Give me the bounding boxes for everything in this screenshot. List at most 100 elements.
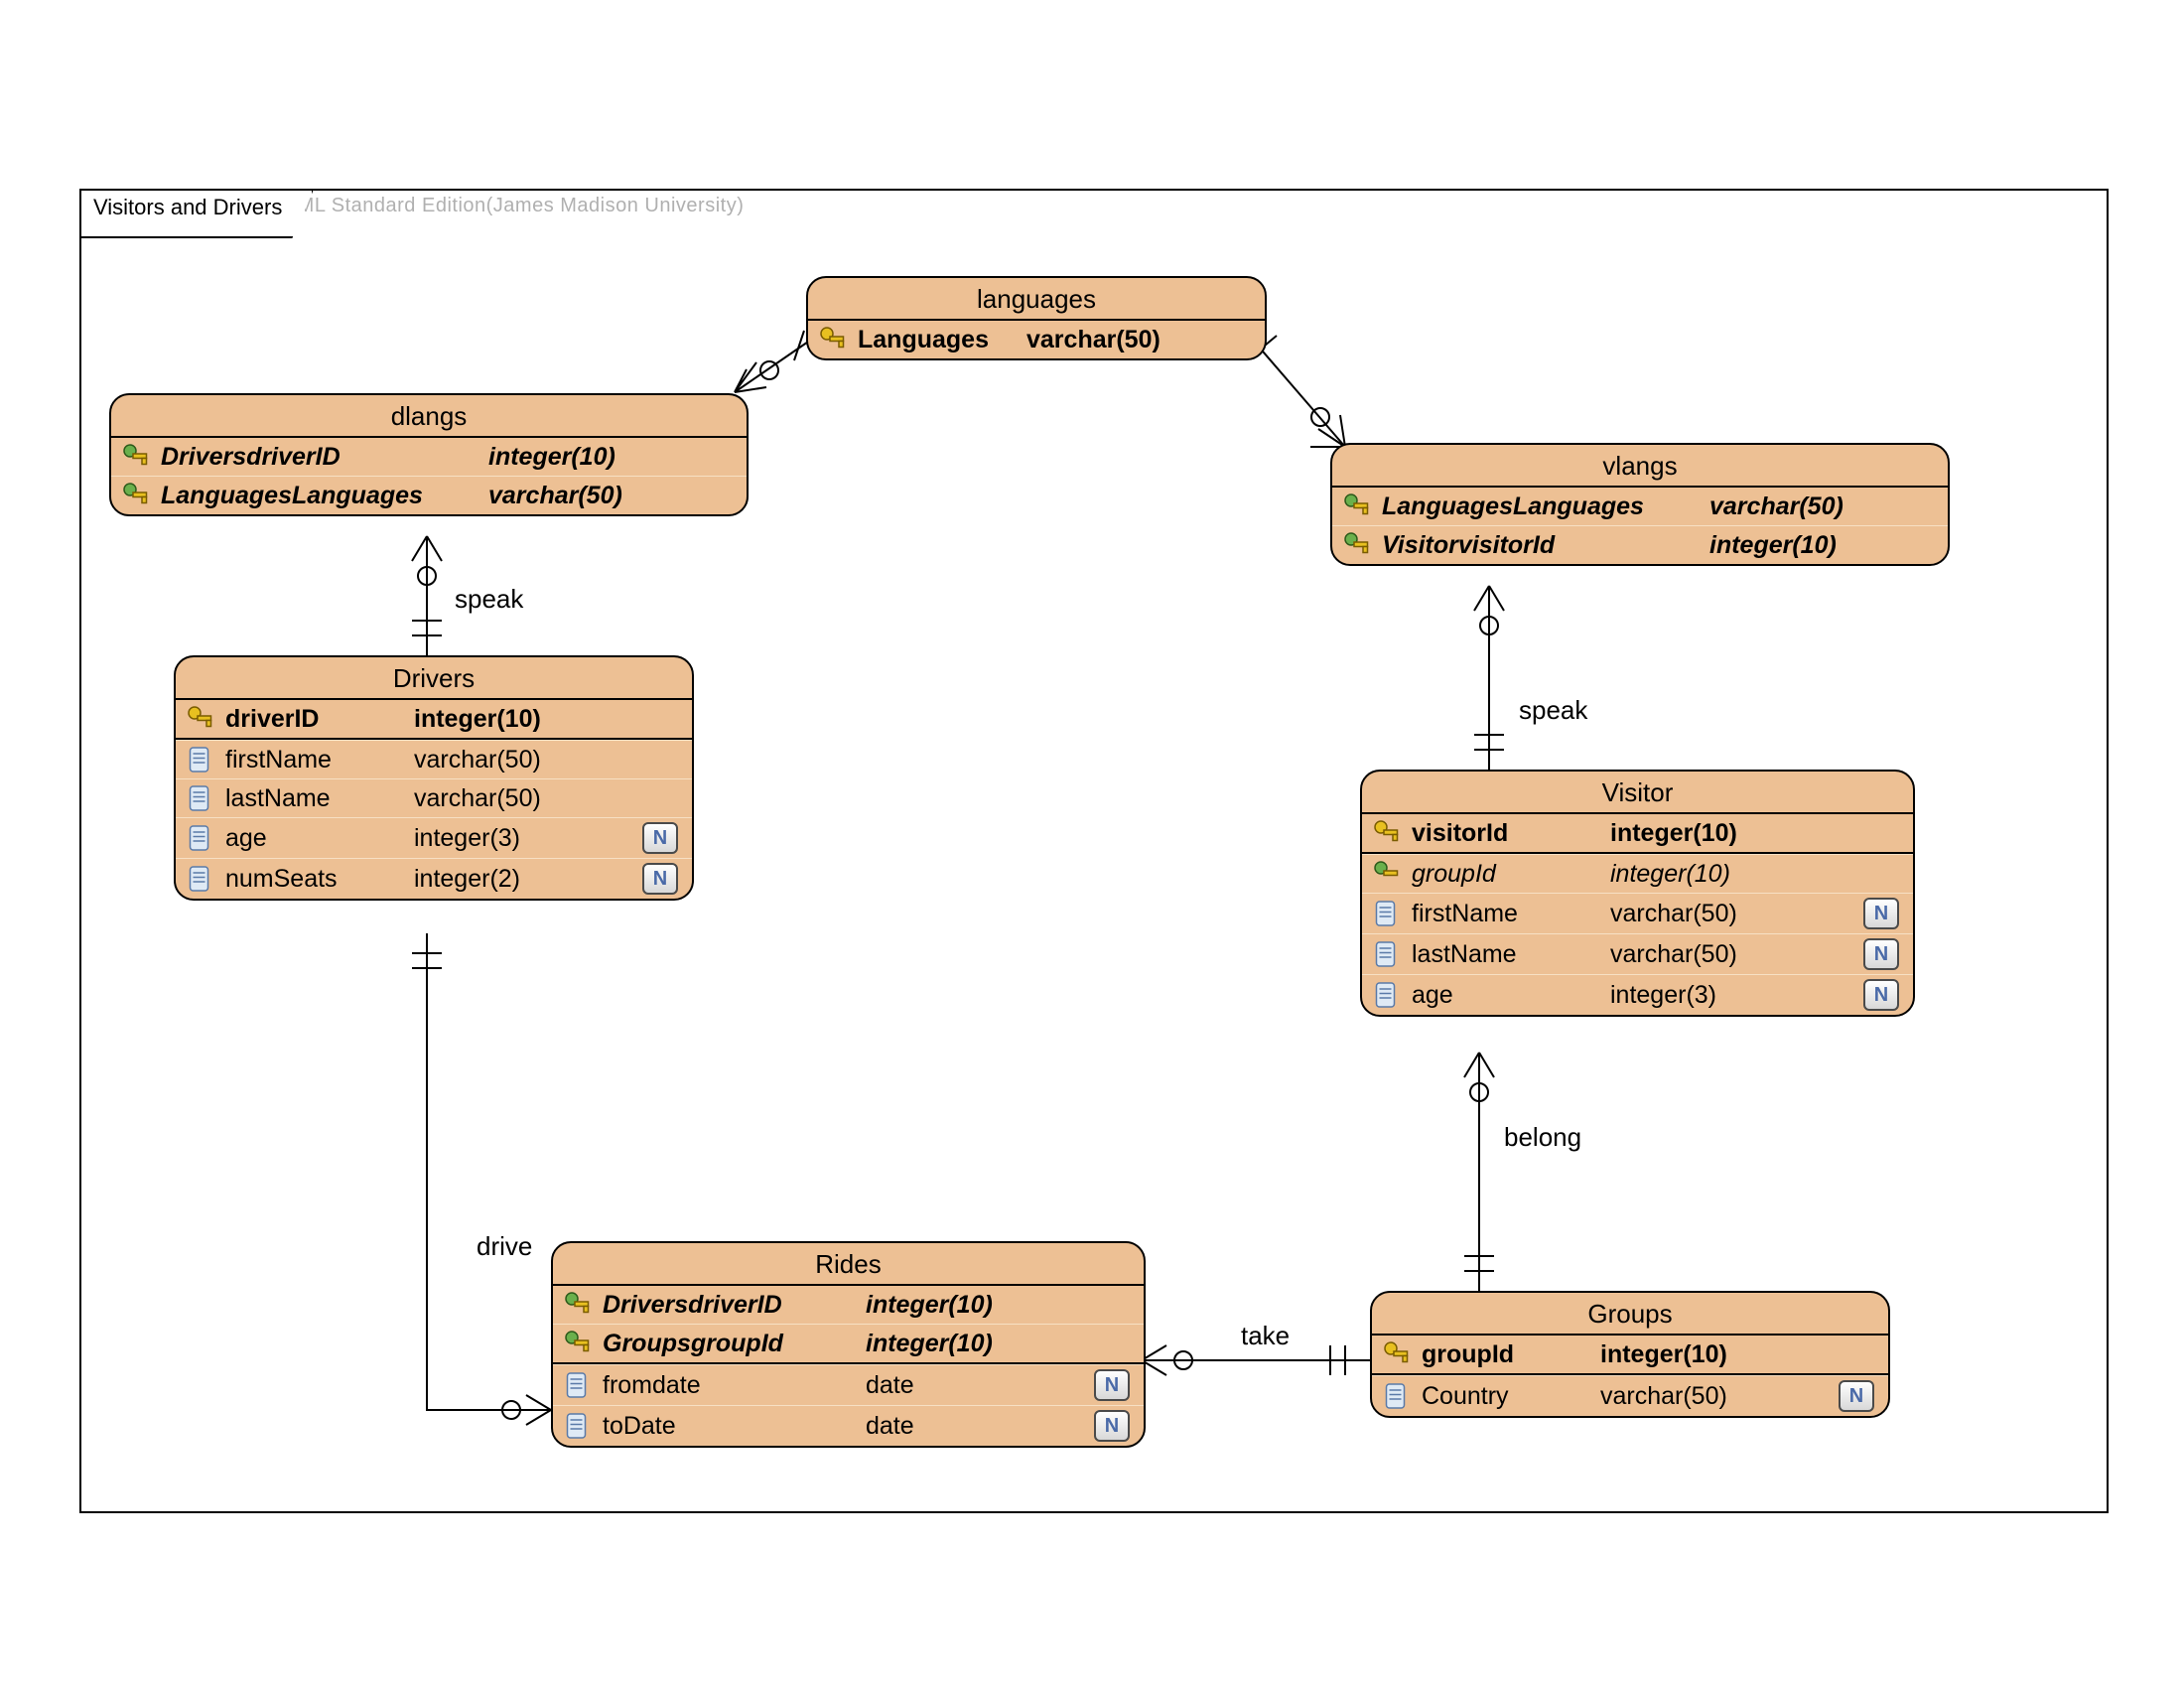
nullable-badge: N <box>1094 1410 1130 1442</box>
primary-key-icon <box>1372 818 1402 848</box>
column-name: DriversdriverID <box>161 443 488 472</box>
column-name: age <box>225 824 414 853</box>
table-row: firstName varchar(50) N <box>1362 893 1913 933</box>
table-row: VisitorvisitorId integer(10) <box>1332 525 1948 564</box>
column-type: varchar(50) <box>1709 492 1934 521</box>
nullable-badge: N <box>642 863 678 895</box>
column-icon <box>563 1370 593 1400</box>
column-icon <box>1372 899 1402 928</box>
entity-visitor[interactable]: Visitor visitorId integer(10) groupId in… <box>1360 770 1915 1017</box>
entity-rows: DriversdriverID integer(10) LanguagesLan… <box>111 438 747 514</box>
rel-label-speak-drivers: speak <box>455 584 523 615</box>
column-type: integer(10) <box>1600 1340 1874 1369</box>
column-type: integer(3) <box>1610 981 1853 1010</box>
column-type: varchar(50) <box>414 784 678 813</box>
column-type: varchar(50) <box>1610 900 1853 928</box>
erd-canvas: Visual Paradigm for UML Standard Edition… <box>0 0 2184 1688</box>
entity-groups[interactable]: Groups groupId integer(10) Country varch… <box>1370 1291 1890 1418</box>
column-icon <box>186 783 215 813</box>
entity-title: Rides <box>553 1243 1144 1286</box>
column-name: toDate <box>603 1412 866 1441</box>
column-type: integer(3) <box>414 824 632 853</box>
foreign-key-icon <box>121 481 151 510</box>
column-icon <box>1372 980 1402 1010</box>
table-row: groupId integer(10) <box>1372 1336 1888 1373</box>
column-type: integer(10) <box>866 1330 1130 1358</box>
column-type: date <box>866 1412 1084 1441</box>
table-row: DriversdriverID integer(10) <box>553 1286 1144 1324</box>
column-type: integer(10) <box>1709 531 1934 560</box>
table-row: visitorId integer(10) <box>1362 814 1913 852</box>
nullable-badge: N <box>1094 1369 1130 1401</box>
entity-rows: DriversdriverID integer(10) GroupsgroupI… <box>553 1286 1144 1446</box>
rel-label-speak-visitor: speak <box>1519 695 1587 726</box>
foreign-key-icon <box>563 1329 593 1358</box>
foreign-key-icon <box>1342 492 1372 521</box>
primary-key-icon <box>1382 1339 1412 1369</box>
table-row: toDate date N <box>553 1405 1144 1446</box>
table-row: Country varchar(50) N <box>1372 1375 1888 1416</box>
table-row: Languages varchar(50) <box>808 321 1265 358</box>
column-name: VisitorvisitorId <box>1382 531 1709 560</box>
entity-title: vlangs <box>1332 445 1948 488</box>
column-type: date <box>866 1371 1084 1400</box>
column-name: Languages <box>858 326 1026 354</box>
column-icon <box>186 745 215 774</box>
table-row: numSeats integer(2) N <box>176 858 692 899</box>
entity-rows: groupId integer(10) Country varchar(50) … <box>1372 1336 1888 1416</box>
nullable-badge: N <box>642 822 678 854</box>
entity-drivers[interactable]: Drivers driverID integer(10) firstName v… <box>174 655 694 901</box>
entity-dlangs[interactable]: dlangs DriversdriverID integer(10) Langu… <box>109 393 749 516</box>
column-type: varchar(50) <box>1600 1382 1829 1411</box>
column-type: varchar(50) <box>488 482 733 510</box>
foreign-key-icon <box>1342 530 1372 560</box>
column-name: firstName <box>1412 900 1610 928</box>
table-row: lastName varchar(50) N <box>1362 933 1913 974</box>
column-name: LanguagesLanguages <box>1382 492 1709 521</box>
entity-vlangs[interactable]: vlangs LanguagesLanguages varchar(50) Vi… <box>1330 443 1950 566</box>
entity-title: languages <box>808 278 1265 321</box>
column-name: visitorId <box>1412 819 1610 848</box>
column-type: integer(2) <box>414 865 632 894</box>
column-type: varchar(50) <box>1610 940 1853 969</box>
column-type: integer(10) <box>488 443 733 472</box>
column-icon <box>563 1411 593 1441</box>
foreign-key-icon <box>121 442 151 472</box>
column-type: varchar(50) <box>1026 326 1251 354</box>
table-row: driverID integer(10) <box>176 700 692 738</box>
table-row: age integer(3) N <box>176 817 692 858</box>
entity-title: dlangs <box>111 395 747 438</box>
column-name: lastName <box>225 784 414 813</box>
entity-rides[interactable]: Rides DriversdriverID integer(10) Groups… <box>551 1241 1146 1448</box>
foreign-key-icon <box>563 1290 593 1320</box>
column-name: driverID <box>225 705 414 734</box>
entity-title: Visitor <box>1362 772 1913 814</box>
column-name: groupId <box>1412 860 1610 889</box>
column-name: age <box>1412 981 1610 1010</box>
column-name: numSeats <box>225 865 414 894</box>
column-icon <box>186 823 215 853</box>
entity-title: Groups <box>1372 1293 1888 1336</box>
column-name: fromdate <box>603 1371 866 1400</box>
column-type: integer(10) <box>1610 819 1899 848</box>
column-type: varchar(50) <box>414 746 678 774</box>
column-type: integer(10) <box>414 705 678 734</box>
column-name: GroupsgroupId <box>603 1330 866 1358</box>
nullable-badge: N <box>1863 938 1899 970</box>
nullable-badge: N <box>1863 898 1899 929</box>
rel-label-drive: drive <box>477 1231 532 1262</box>
column-name: groupId <box>1422 1340 1600 1369</box>
column-name: LanguagesLanguages <box>161 482 488 510</box>
table-row: fromdate date N <box>553 1364 1144 1405</box>
column-name: firstName <box>225 746 414 774</box>
nullable-badge: N <box>1839 1380 1874 1412</box>
rel-label-take: take <box>1241 1321 1290 1351</box>
column-name: Country <box>1422 1382 1600 1411</box>
foreign-key-icon <box>1372 859 1402 889</box>
table-row: LanguagesLanguages varchar(50) <box>111 476 747 514</box>
entity-rows: Languages varchar(50) <box>808 321 1265 358</box>
entity-languages[interactable]: languages Languages varchar(50) <box>806 276 1267 360</box>
table-row: LanguagesLanguages varchar(50) <box>1332 488 1948 525</box>
entity-title: Drivers <box>176 657 692 700</box>
primary-key-icon <box>186 704 215 734</box>
